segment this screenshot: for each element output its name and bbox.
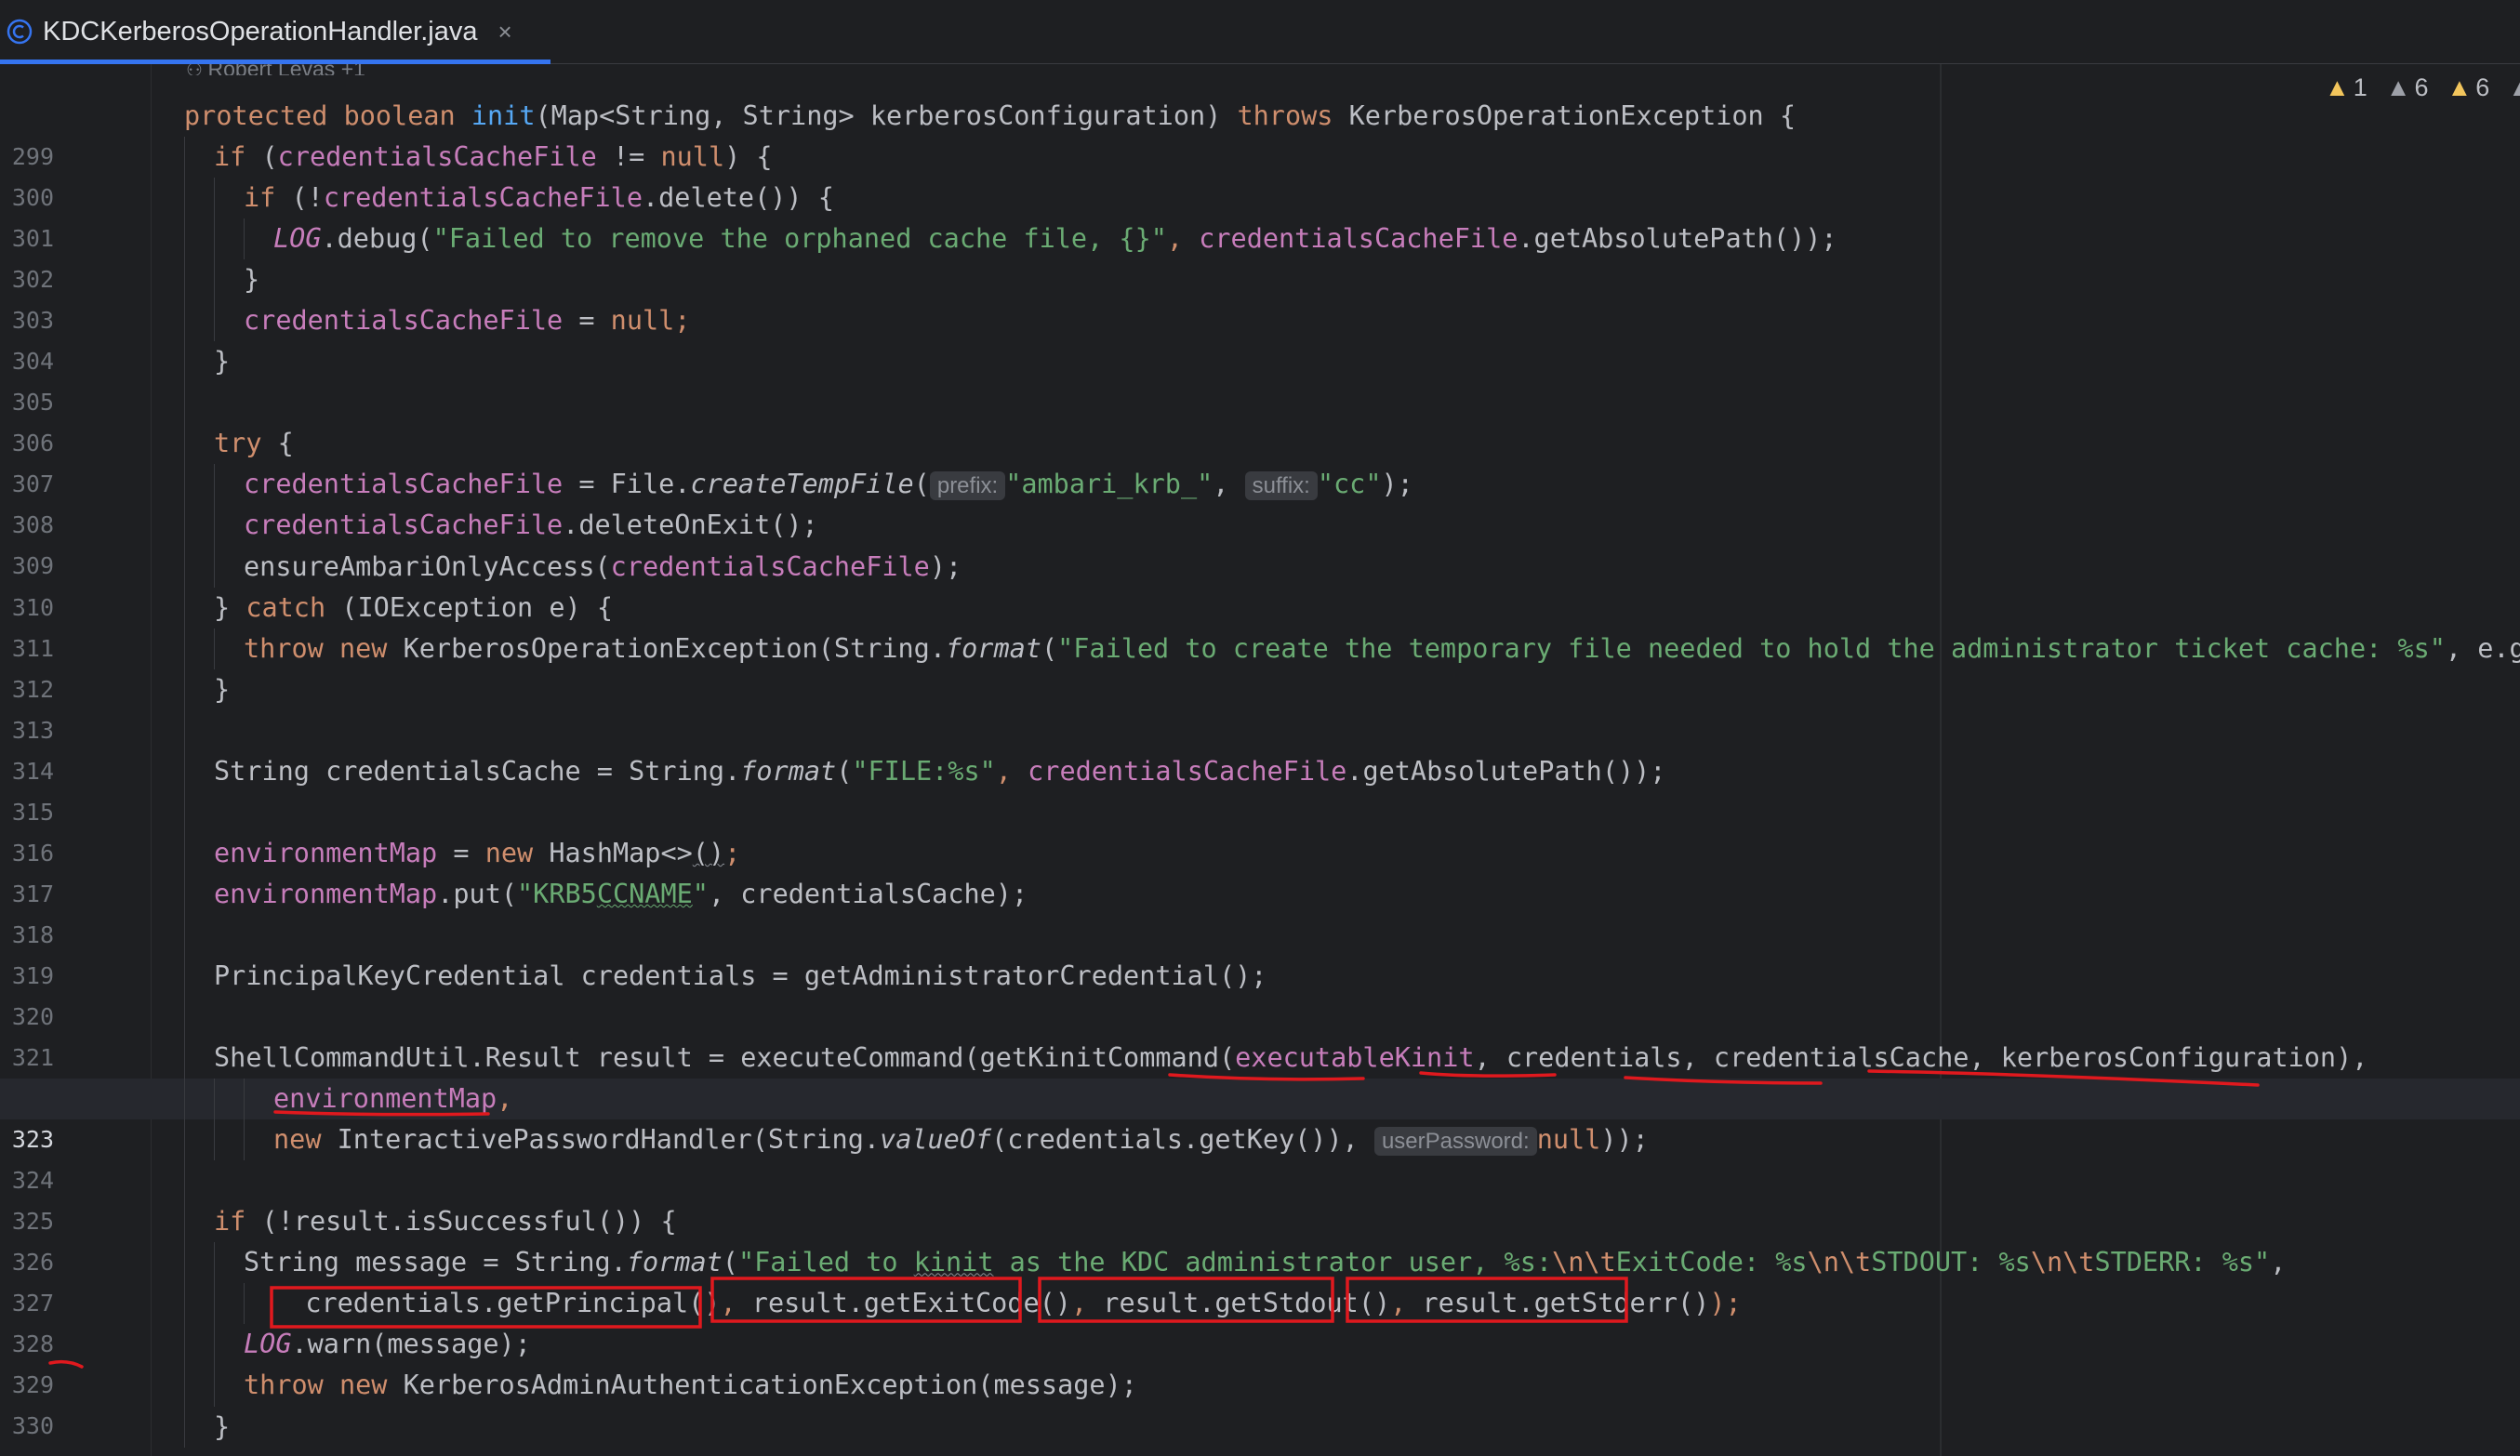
code-line: 299 protected boolean init(Map<String, S… [0, 96, 2520, 170]
code-line: 315 String credentialsCache = String.for… [0, 750, 2520, 826]
param-hint-prefix: prefix: [929, 471, 1006, 501]
editor-tab-bar: KDCKerberosOperationHandler.java × [0, 0, 2520, 64]
code-line: 330 throw new KerberosAdminAuthenticatio… [0, 1365, 2520, 1439]
author-name: Robert Levas +1 [208, 64, 365, 75]
code-line: 318 environmentMap.put("KRB5CCNAME", cre… [0, 873, 2520, 948]
code-line: 312 throw new KerberosOperationException… [0, 628, 2520, 703]
code-line: 300 if (credentialsCacheFile != null) { [0, 137, 2520, 211]
param-hint-user-password: userPassword: [1373, 1127, 1537, 1157]
code-line: 301 if (!credentialsCacheFile.delete()) … [0, 178, 2520, 252]
code-line: 314 [0, 709, 2520, 785]
code-author-inlay[interactable]: ⚇ Robert Levas +1 [186, 64, 365, 75]
code-line: 313 } [0, 668, 2520, 744]
code-line: 322 ShellCommandUtil.Result result = exe… [0, 1038, 2520, 1112]
code-line: 307 try { [0, 423, 2520, 497]
code-line: 317 environmentMap = new HashMap<>(); [0, 832, 2520, 907]
code-line: 319 [0, 914, 2520, 989]
code-line: 331 } [0, 1406, 2520, 1456]
code-editor[interactable]: ⚇ Robert Levas +1 ▲1 ▲6 ▲6 ▲ 299 protect… [0, 64, 2520, 1456]
code-line: 302 LOG.debug("Failed to remove the orph… [0, 218, 2520, 293]
code-line: 308 credentialsCacheFile = File.createTe… [0, 464, 2520, 538]
code-line: 309 credentialsCacheFile.deleteOnExit(); [0, 505, 2520, 579]
person-icon: ⚇ [186, 64, 208, 75]
code-line: 316 [0, 791, 2520, 867]
tab-title: KDCKerberosOperationHandler.java [43, 16, 478, 46]
code-line: 304 credentialsCacheFile = null; [0, 300, 2520, 375]
code-lines: 299 protected boolean init(Map<String, S… [0, 96, 2520, 1456]
close-icon[interactable]: × [497, 18, 511, 46]
code-line: 310 ensureAmbariOnlyAccess(credentialsCa… [0, 546, 2520, 621]
param-hint-suffix: suffix: [1244, 471, 1318, 501]
java-class-icon [6, 18, 33, 46]
code-line: 321 [0, 997, 2520, 1071]
code-line: 326 if (!result.isSuccessful()) { [0, 1201, 2520, 1276]
code-line: 306 [0, 382, 2520, 457]
code-line: 320 PrincipalKeyCredential credentials =… [0, 955, 2520, 1030]
code-line: 328 credentials.getPrincipal(), result.g… [0, 1283, 2520, 1357]
code-line: 325 [0, 1160, 2520, 1235]
code-line: 329 LOG.warn(message); [0, 1324, 2520, 1398]
code-line: 305 } [0, 341, 2520, 416]
code-line: 311 } catch (IOException e) { [0, 587, 2520, 662]
tab-kdc-kerberos-operation-handler[interactable]: KDCKerberosOperationHandler.java × [0, 0, 550, 64]
code-line-current: 323 environmentMap, [0, 1079, 2520, 1153]
code-line: 324 new InteractivePasswordHandler(Strin… [0, 1119, 2520, 1194]
code-line: 327 String message = String.format("Fail… [0, 1242, 2520, 1317]
code-line: 303 } [0, 259, 2520, 334]
